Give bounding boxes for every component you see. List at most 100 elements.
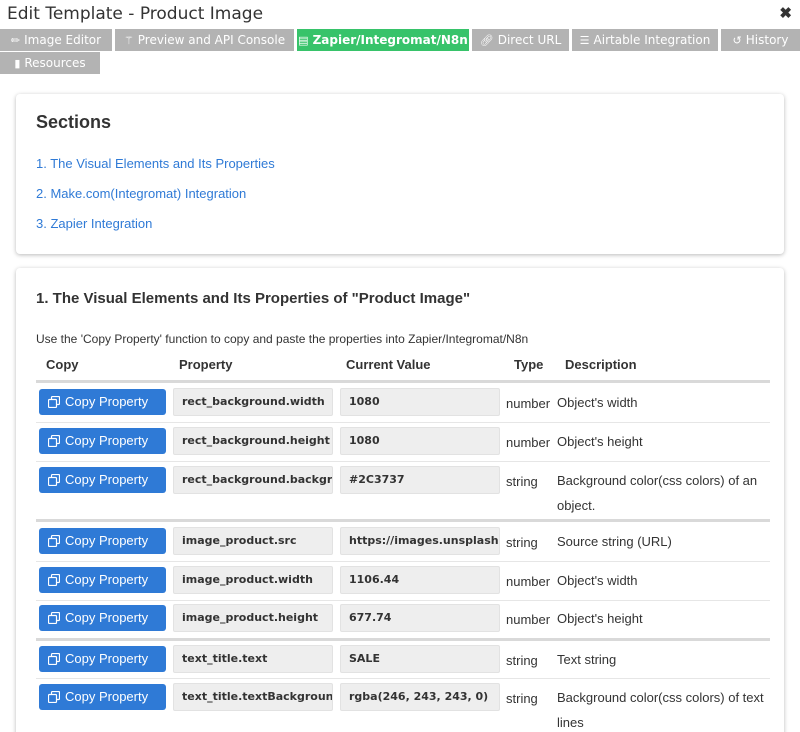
copy-property-button[interactable]: Copy Property — [39, 684, 166, 710]
list-icon: ▤ — [298, 34, 309, 47]
copy-icon — [48, 435, 60, 447]
description-cell: Object's width — [557, 395, 638, 410]
value-field[interactable]: https://images.unsplash.co — [340, 527, 500, 555]
description-cell: Background color(css colors) of an objec… — [557, 473, 758, 513]
copy-property-button[interactable]: Copy Property — [39, 389, 166, 415]
button-label: Copy Property — [65, 651, 149, 666]
value-field[interactable]: 1106.44 — [340, 566, 500, 594]
tab-preview-api-console[interactable]: ⚚ Preview and API Console — [115, 29, 294, 51]
type-cell: string — [506, 474, 538, 489]
value-field[interactable]: 677.74 — [340, 604, 500, 632]
history-icon: ↺ — [732, 34, 742, 47]
header-copy: Copy — [46, 357, 79, 372]
value-field[interactable]: SALE — [340, 645, 500, 673]
properties-hint: Use the 'Copy Property' function to copy… — [36, 332, 529, 346]
type-cell: number — [506, 396, 551, 411]
tab-label: Resources — [24, 56, 86, 70]
book-icon: ▮ — [14, 57, 21, 70]
value-field[interactable]: 1080 — [340, 388, 500, 416]
button-label: Copy Property — [65, 572, 149, 587]
copy-property-button[interactable]: Copy Property — [39, 467, 166, 493]
type-cell: string — [506, 535, 538, 550]
section-link-make-integration[interactable]: 2. Make.com(Integromat) Integration — [36, 186, 246, 201]
property-field[interactable]: rect_background.backgroun — [173, 466, 333, 494]
row-divider — [36, 561, 770, 562]
sections-title: Sections — [36, 112, 112, 132]
tab-label: Direct URL — [497, 33, 562, 47]
value-field[interactable]: rgba(246, 243, 243, 0) — [340, 683, 500, 711]
group-separator — [36, 519, 770, 522]
copy-icon — [48, 574, 60, 586]
tab-history[interactable]: ↺ History — [721, 29, 800, 51]
type-cell: number — [506, 435, 551, 450]
tab-image-editor[interactable]: ✏ Image Editor — [0, 29, 112, 51]
tab-airtable-integration[interactable]: ☰ Airtable Integration — [572, 29, 718, 51]
pencil-icon: ✏ — [10, 34, 21, 47]
title-bar: Edit Template - Product Image ✖ — [0, 0, 800, 28]
header-type: Type — [514, 357, 544, 372]
tab-label: Airtable Integration — [593, 33, 711, 47]
property-field[interactable]: image_product.width — [173, 566, 333, 594]
copy-icon — [48, 535, 60, 547]
description-cell: Background color(css colors) of text lin… — [557, 690, 764, 730]
magic-wand-icon: ⚚ — [123, 34, 134, 47]
copy-icon — [48, 691, 60, 703]
copy-property-button[interactable]: Copy Property — [39, 567, 166, 593]
copy-icon — [48, 653, 60, 665]
copy-property-button[interactable]: Copy Property — [39, 428, 166, 454]
header-current-value: Current Value — [346, 357, 431, 372]
row-divider — [36, 422, 770, 423]
row-divider — [36, 461, 770, 462]
description-cell: Object's height — [557, 434, 643, 449]
copy-property-button[interactable]: Copy Property — [39, 605, 166, 631]
description-cell: Object's width — [557, 573, 638, 588]
group-separator — [36, 380, 770, 383]
property-field[interactable]: text_title.textBackgroundCc — [173, 683, 333, 711]
section-link-visual-elements[interactable]: 1. The Visual Elements and Its Propertie… — [36, 156, 275, 171]
property-field[interactable]: text_title.text — [173, 645, 333, 673]
property-field[interactable]: rect_background.height — [173, 427, 333, 455]
section-link-zapier-integration[interactable]: 3. Zapier Integration — [36, 216, 152, 231]
button-label: Copy Property — [65, 533, 149, 548]
type-cell: string — [506, 691, 538, 706]
button-label: Copy Property — [65, 472, 149, 487]
button-label: Copy Property — [65, 433, 149, 448]
description-cell: Object's height — [557, 611, 643, 626]
close-icon[interactable]: ✖ — [779, 4, 792, 22]
value-field[interactable]: #2C3737 — [340, 466, 500, 494]
copy-icon — [48, 612, 60, 624]
properties-title: 1. The Visual Elements and Its Propertie… — [36, 290, 471, 307]
copy-property-button[interactable]: Copy Property — [39, 528, 166, 554]
value-field[interactable]: 1080 — [340, 427, 500, 455]
row-divider — [36, 678, 770, 679]
row-divider — [36, 600, 770, 601]
copy-icon — [48, 474, 60, 486]
button-label: Copy Property — [65, 394, 149, 409]
window-title: Edit Template - Product Image — [7, 4, 264, 24]
header-description: Description — [565, 357, 637, 372]
button-label: Copy Property — [65, 689, 149, 704]
property-field[interactable]: rect_background.width — [173, 388, 333, 416]
header-property: Property — [179, 357, 233, 372]
description-cell: Text string — [557, 652, 617, 667]
property-field[interactable]: image_product.height — [173, 604, 333, 632]
copy-icon — [48, 396, 60, 408]
group-separator — [36, 638, 770, 641]
link-icon: 🔗︎ — [479, 34, 494, 47]
description-cell: Source string (URL) — [557, 534, 672, 549]
sections-card: Sections 1. The Visual Elements and Its … — [16, 94, 784, 254]
tab-label: Zapier/Integromat/N8n — [312, 33, 468, 47]
property-field[interactable]: image_product.src — [173, 527, 333, 555]
type-cell: number — [506, 574, 551, 589]
tab-label: Image Editor — [24, 33, 102, 47]
button-label: Copy Property — [65, 610, 149, 625]
type-cell: number — [506, 612, 551, 627]
tab-label: Preview and API Console — [137, 33, 286, 47]
database-icon: ☰ — [579, 34, 590, 47]
properties-card: 1. The Visual Elements and Its Propertie… — [16, 268, 784, 732]
tab-direct-url[interactable]: 🔗︎ Direct URL — [472, 29, 569, 51]
tab-label: History — [745, 33, 789, 47]
copy-property-button[interactable]: Copy Property — [39, 646, 166, 672]
tab-zapier-integromat-n8n[interactable]: ▤ Zapier/Integromat/N8n — [297, 29, 469, 51]
tab-resources[interactable]: ▮ Resources — [0, 52, 100, 74]
